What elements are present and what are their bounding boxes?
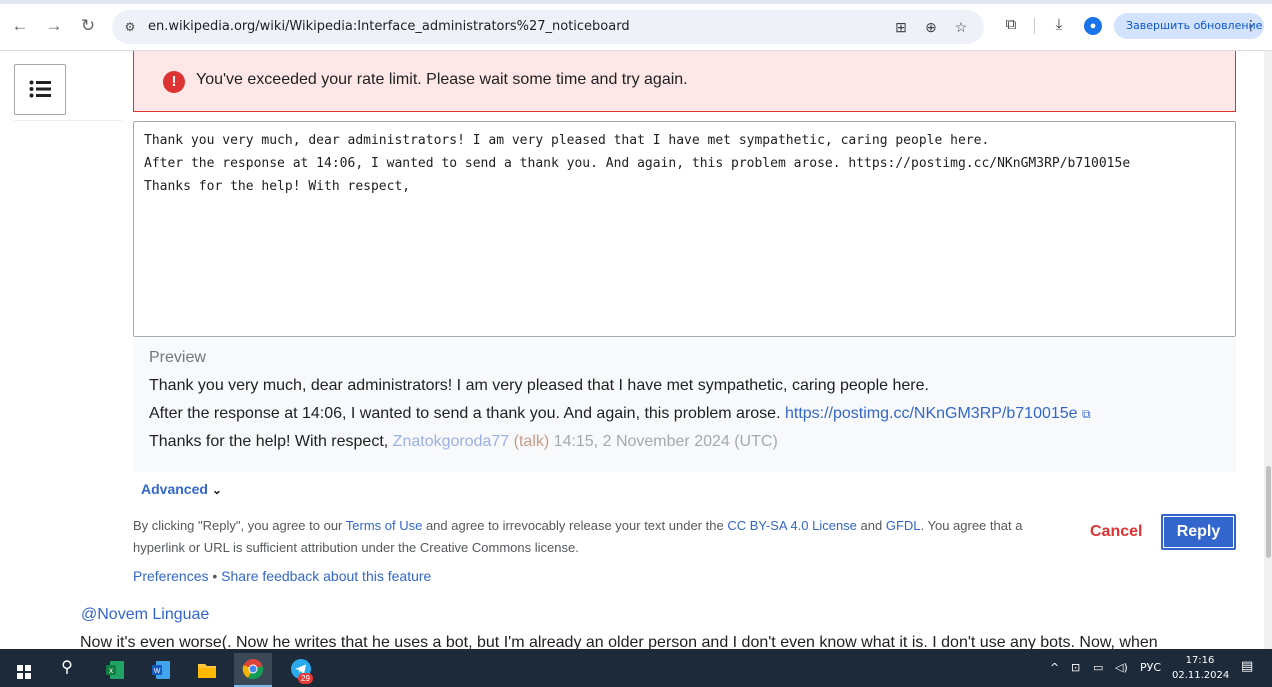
chevron-up-icon[interactable]: ^ (1050, 661, 1059, 674)
search-icon[interactable]: ⚲ (48, 653, 86, 687)
editor-line: Thanks for the help! With respect, (144, 179, 411, 194)
rate-limit-error: ! You've exceeded your rate limit. Pleas… (133, 51, 1236, 112)
signature-timestamp: 14:15, 2 November 2024 (UTC) (549, 433, 778, 450)
extensions-icon[interactable]: ⧉ (1001, 15, 1021, 35)
sidebar-divider (14, 120, 122, 121)
download-icon[interactable]: ⤓ (1049, 15, 1069, 35)
terms-of-use-link[interactable]: Terms of Use (346, 518, 423, 533)
network-icon[interactable]: ⊡ (1071, 661, 1080, 674)
feedback-link[interactable]: Share feedback about this feature (221, 568, 431, 584)
svg-text:x: x (109, 666, 113, 675)
url-text[interactable]: en.wikipedia.org/wiki/Wikipedia:Interfac… (148, 19, 630, 34)
menu-icon[interactable]: ⋮ (1244, 13, 1258, 39)
editor-line: After the response at 14:06, I wanted to… (144, 156, 1131, 171)
excel-taskbar-button[interactable]: x (96, 653, 134, 687)
chevron-down-icon: ⌄ (211, 483, 222, 497)
address-bar[interactable]: ⚙ en.wikipedia.org/wiki/Wikipedia:Interf… (112, 10, 984, 44)
windows-icon (17, 665, 31, 679)
volume-icon[interactable]: ◁) (1115, 661, 1128, 674)
reload-icon[interactable]: ↻ (78, 16, 98, 36)
preview-line-3-text: Thanks for the help! With respect, (149, 433, 393, 450)
user-mention-link[interactable]: @Novem Linguae (81, 606, 209, 624)
folder-icon (198, 664, 216, 678)
word-taskbar-button[interactable]: W (142, 653, 180, 687)
external-link-icon: ⧉ (1082, 407, 1091, 421)
translate-icon[interactable]: ⊞ (892, 18, 910, 36)
update-label: Завершить обновление (1126, 19, 1263, 32)
next-comment-text: Now it's even worse(. Now he writes that… (80, 634, 1158, 649)
footer-links: Preferences • Share feedback about this … (133, 568, 431, 584)
editor-line: Thank you very much, dear administrators… (144, 133, 990, 148)
chrome-icon (242, 659, 264, 680)
cc-license-link[interactable]: CC BY-SA 4.0 License (727, 518, 857, 533)
signature-user-link[interactable]: Znatokgoroda77 (393, 433, 510, 450)
legal-notice: By clicking "Reply", you agree to our Te… (133, 515, 1033, 559)
preview-line-1: Thank you very much, dear administrators… (149, 377, 929, 394)
error-message: You've exceeded your rate limit. Please … (196, 71, 688, 88)
update-button[interactable]: Завершить обновление ⋮ (1114, 13, 1264, 39)
battery-icon[interactable]: ▭ (1093, 661, 1103, 674)
reply-button[interactable]: Reply (1161, 514, 1236, 550)
site-info-icon[interactable]: ⚙ (122, 19, 138, 35)
toolbar-separator (1034, 18, 1035, 34)
preview-line-2: After the response at 14:06, I wanted to… (149, 402, 1220, 430)
preview-line-2-text: After the response at 14:06, I wanted to… (149, 405, 785, 422)
clock-date: 02.11.2024 (1172, 670, 1230, 681)
advanced-label: Advanced (141, 481, 208, 497)
clock-time: 17:16 (1185, 655, 1215, 666)
legal-text: and (856, 518, 886, 533)
profile-icon[interactable]: ● (1084, 17, 1102, 35)
start-button[interactable] (4, 653, 42, 687)
footer-separator: • (208, 568, 222, 584)
error-icon: ! (163, 71, 185, 93)
excel-icon: x (106, 661, 124, 679)
signature-open-paren: ( (509, 433, 519, 450)
list-icon (29, 80, 51, 98)
preferences-link[interactable]: Preferences (133, 568, 208, 584)
cancel-button[interactable]: Cancel (1086, 521, 1146, 543)
browser-toolbar: ← → ↻ ⚙ en.wikipedia.org/wiki/Wikipedia:… (0, 0, 1272, 51)
signature-talk-link[interactable]: talk (519, 433, 544, 450)
word-icon: W (152, 661, 170, 679)
postimg-link[interactable]: https://postimg.cc/NKnGM3RP/b710015e (785, 405, 1078, 422)
file-explorer-taskbar-button[interactable] (188, 653, 226, 687)
notifications-icon[interactable]: ▤ (1241, 659, 1253, 674)
tab-strip-edge (0, 0, 1272, 4)
wiki-page: ! You've exceeded your rate limit. Pleas… (0, 51, 1264, 649)
svg-text:W: W (154, 668, 161, 675)
scrollbar-thumb[interactable] (1266, 466, 1271, 558)
back-icon[interactable]: ← (10, 16, 30, 36)
preview-label: Preview (149, 349, 206, 366)
advanced-toggle[interactable]: Advanced ⌄ (141, 481, 222, 497)
legal-text: and agree to irrevocably release your te… (422, 518, 728, 533)
language-indicator[interactable]: РУС (1140, 661, 1161, 674)
preview-line-3: Thanks for the help! With respect, Znato… (149, 430, 1220, 458)
gfdl-link[interactable]: GFDL (886, 518, 921, 533)
telegram-badge: 29 (298, 673, 313, 684)
system-clock[interactable]: 17:16 02.11.2024 (1172, 653, 1230, 683)
taskbar: ⚲ x W 29 ^ ⊡ ▭ ◁) РУС 17:16 02.11.2024 ▤ (0, 649, 1272, 687)
forward-icon[interactable]: → (44, 16, 64, 36)
bookmark-star-icon[interactable]: ☆ (952, 18, 970, 36)
reply-textarea[interactable]: Thank you very much, dear administrators… (133, 121, 1236, 337)
reply-preview: Preview Thank you very much, dear admini… (133, 338, 1236, 472)
telegram-taskbar-button[interactable]: 29 (282, 653, 320, 687)
toc-toggle-button[interactable] (14, 64, 66, 115)
legal-text: By clicking "Reply", you agree to our (133, 518, 346, 533)
page-scrollbar[interactable] (1264, 51, 1272, 649)
zoom-icon[interactable]: ⊕ (922, 18, 940, 36)
chrome-taskbar-button[interactable] (234, 653, 272, 687)
